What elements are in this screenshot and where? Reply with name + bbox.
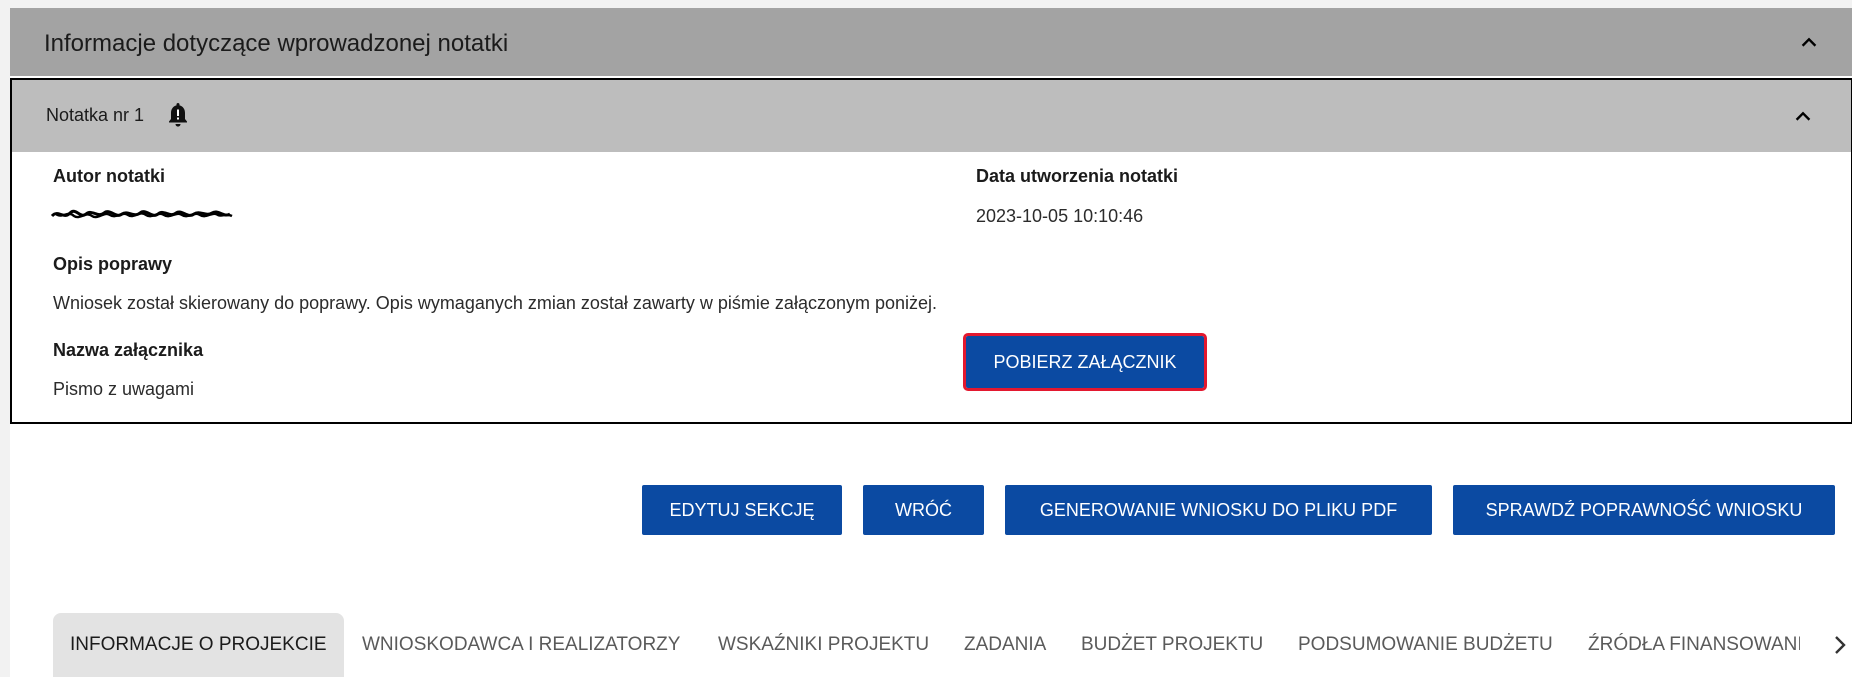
note-header[interactable]: Notatka nr 1 [12,80,1851,152]
attachment-label: Nazwa załącznika [53,340,204,360]
tab-tasks[interactable]: ZADANIA [964,613,1046,677]
note-title: Notatka nr 1 [46,105,145,125]
date-label: Data utworzenia notatki [976,166,1179,186]
chevron-up-icon[interactable] [1798,32,1820,54]
page: Informacje dotyczące wprowadzonej notatk… [10,8,1852,677]
section-header[interactable]: Informacje dotyczące wprowadzonej notatk… [10,8,1852,76]
tab-funding-sources[interactable]: ŹRÓDŁA FINANSOWANI [1588,613,1800,677]
attachment-value: Pismo z uwagami [53,379,195,399]
validate-application-button[interactable]: SPRAWDŹ POPRAWNOŚĆ WNIOSKU [1453,485,1835,535]
redacted-author-value [50,205,236,228]
generate-pdf-button[interactable]: GENEROWANIE WNIOSKU DO PLIKU PDF [1005,485,1432,535]
chevron-up-icon[interactable] [1792,106,1814,128]
description-label: Opis poprawy [53,254,173,274]
download-attachment-button[interactable]: POBIERZ ZAŁĄCZNIK [963,333,1207,391]
section-title: Informacje dotyczące wprowadzonej notatk… [44,30,509,57]
note-panel: Notatka nr 1 Autor notatki Data utworzen… [10,78,1852,424]
description-value: Wniosek został skierowany do poprawy. Op… [53,293,938,313]
tab-applicant[interactable]: WNIOSKODAWCA I REALIZATORZY [362,613,680,677]
tab-indicators[interactable]: WSKAŹNIKI PROJEKTU [718,613,929,677]
tab-budget-summary[interactable]: PODSUMOWANIE BUDŻETU [1298,613,1553,677]
back-button[interactable]: WRÓĆ [863,485,984,535]
date-value: 2023-10-05 10:10:46 [976,206,1144,226]
bell-alert-icon [166,101,190,134]
tab-budget[interactable]: BUDŻET PROJEKTU [1081,613,1263,677]
tab-project-info[interactable]: INFORMACJE O PROJEKCIE [53,613,344,677]
chevron-right-icon[interactable] [1830,634,1850,661]
edit-section-button[interactable]: EDYTUJ SEKCJĘ [642,485,842,535]
tab-bar: INFORMACJE O PROJEKCIE WNIOSKODAWCA I RE… [53,613,1852,677]
author-label: Autor notatki [53,166,165,186]
